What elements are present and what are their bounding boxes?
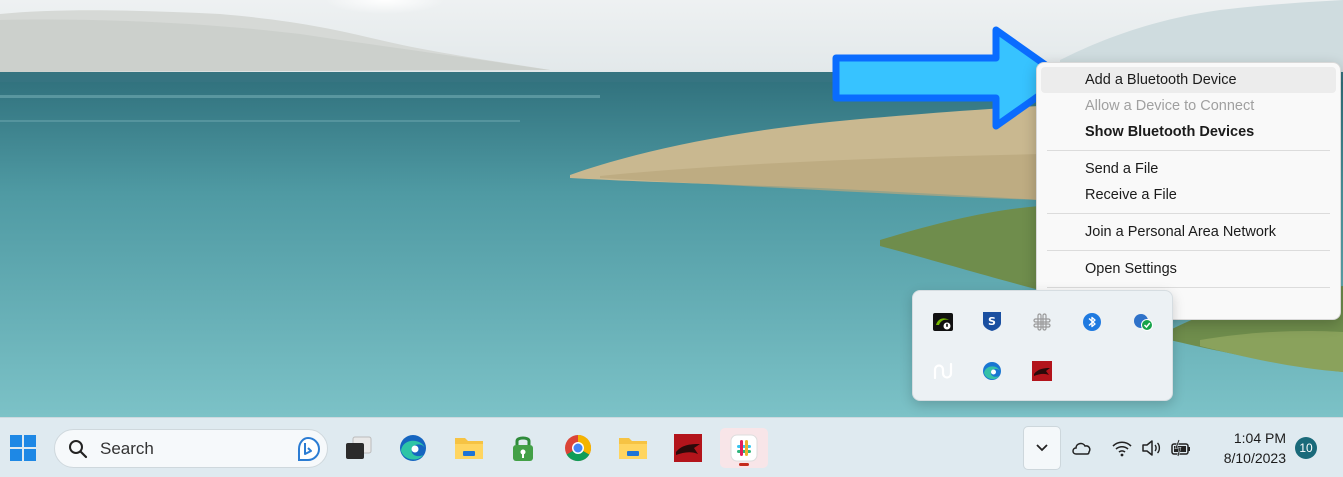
edge-taskbar-button[interactable] — [393, 428, 433, 468]
file-explorer-icon — [455, 438, 483, 459]
menu-item-allow-device-to-connect: Allow a Device to Connect — [1085, 98, 1255, 114]
red-app-button[interactable] — [668, 428, 708, 468]
clock-date: 8/10/2023 — [1223, 450, 1286, 466]
task-view-icon — [346, 436, 372, 459]
menu-separator — [1047, 287, 1330, 288]
menu-separator — [1047, 250, 1330, 251]
tray-overflow-flyout: S — [912, 290, 1173, 401]
start-icon — [10, 435, 36, 461]
file-explorer-button[interactable] — [449, 428, 489, 468]
menu-item-add-bluetooth-device[interactable]: Add a Bluetooth Device — [1041, 67, 1336, 93]
speaker-icon[interactable] — [1140, 437, 1162, 459]
logitech-icon[interactable] — [932, 360, 954, 382]
menu-separator — [1047, 213, 1330, 214]
slack-button[interactable] — [720, 428, 768, 468]
menu-separator — [1047, 150, 1330, 151]
edge-tray-icon[interactable] — [981, 360, 1003, 382]
bing-icon[interactable] — [295, 436, 321, 462]
nvidia-icon[interactable] — [932, 311, 954, 333]
menu-item-receive-file[interactable]: Receive a File — [1041, 182, 1336, 208]
bluetooth-icon[interactable] — [1081, 311, 1103, 333]
vpn-lock-button[interactable] — [503, 428, 543, 468]
start-button[interactable] — [3, 428, 43, 468]
menu-item-open-settings[interactable]: Open Settings — [1041, 256, 1336, 282]
cloud-icon[interactable] — [1070, 437, 1092, 459]
battery-icon[interactable] — [1170, 437, 1192, 459]
sophos-shield-icon[interactable]: S — [981, 310, 1003, 332]
taskbar: Search 1:04 PM 8/10/2023 10 — [0, 417, 1343, 477]
defender-check-icon[interactable] — [1132, 311, 1154, 333]
chrome-button[interactable] — [558, 428, 598, 468]
vpn-lock-icon — [513, 436, 533, 461]
svg-text:S: S — [988, 315, 996, 328]
slack-icon — [730, 434, 758, 462]
clock[interactable]: 1:04 PM 8/10/2023 — [1206, 428, 1286, 468]
edge-icon — [400, 435, 426, 461]
menu-item-join-personal-area-network[interactable]: Join a Personal Area Network — [1041, 219, 1336, 245]
chevron-down-icon — [1036, 444, 1048, 452]
task-view-button[interactable] — [338, 428, 378, 468]
menu-item-send-file[interactable]: Send a File — [1041, 156, 1336, 182]
pointer-arrow-annotation — [832, 26, 1068, 130]
wifi-icon[interactable] — [1111, 437, 1133, 459]
search-box[interactable]: Search — [54, 429, 328, 468]
slack-tray-icon[interactable] — [1031, 311, 1053, 333]
folder-icon — [619, 438, 647, 459]
menu-item-show-bluetooth-devices[interactable]: Show Bluetooth Devices — [1041, 119, 1336, 145]
chrome-icon — [565, 434, 592, 462]
search-label: Search — [100, 439, 154, 458]
red-app-icon — [674, 434, 702, 462]
active-indicator — [739, 463, 749, 466]
clock-time: 1:04 PM — [1233, 430, 1286, 446]
red-app-icon[interactable] — [1031, 360, 1053, 382]
folder-button[interactable] — [613, 428, 653, 468]
show-hidden-icons-button[interactable] — [1023, 426, 1061, 470]
search-icon — [69, 440, 88, 459]
notification-badge[interactable]: 10 — [1295, 437, 1317, 459]
bluetooth-context-menu: Add a Bluetooth Device Allow a Device to… — [1036, 62, 1341, 320]
